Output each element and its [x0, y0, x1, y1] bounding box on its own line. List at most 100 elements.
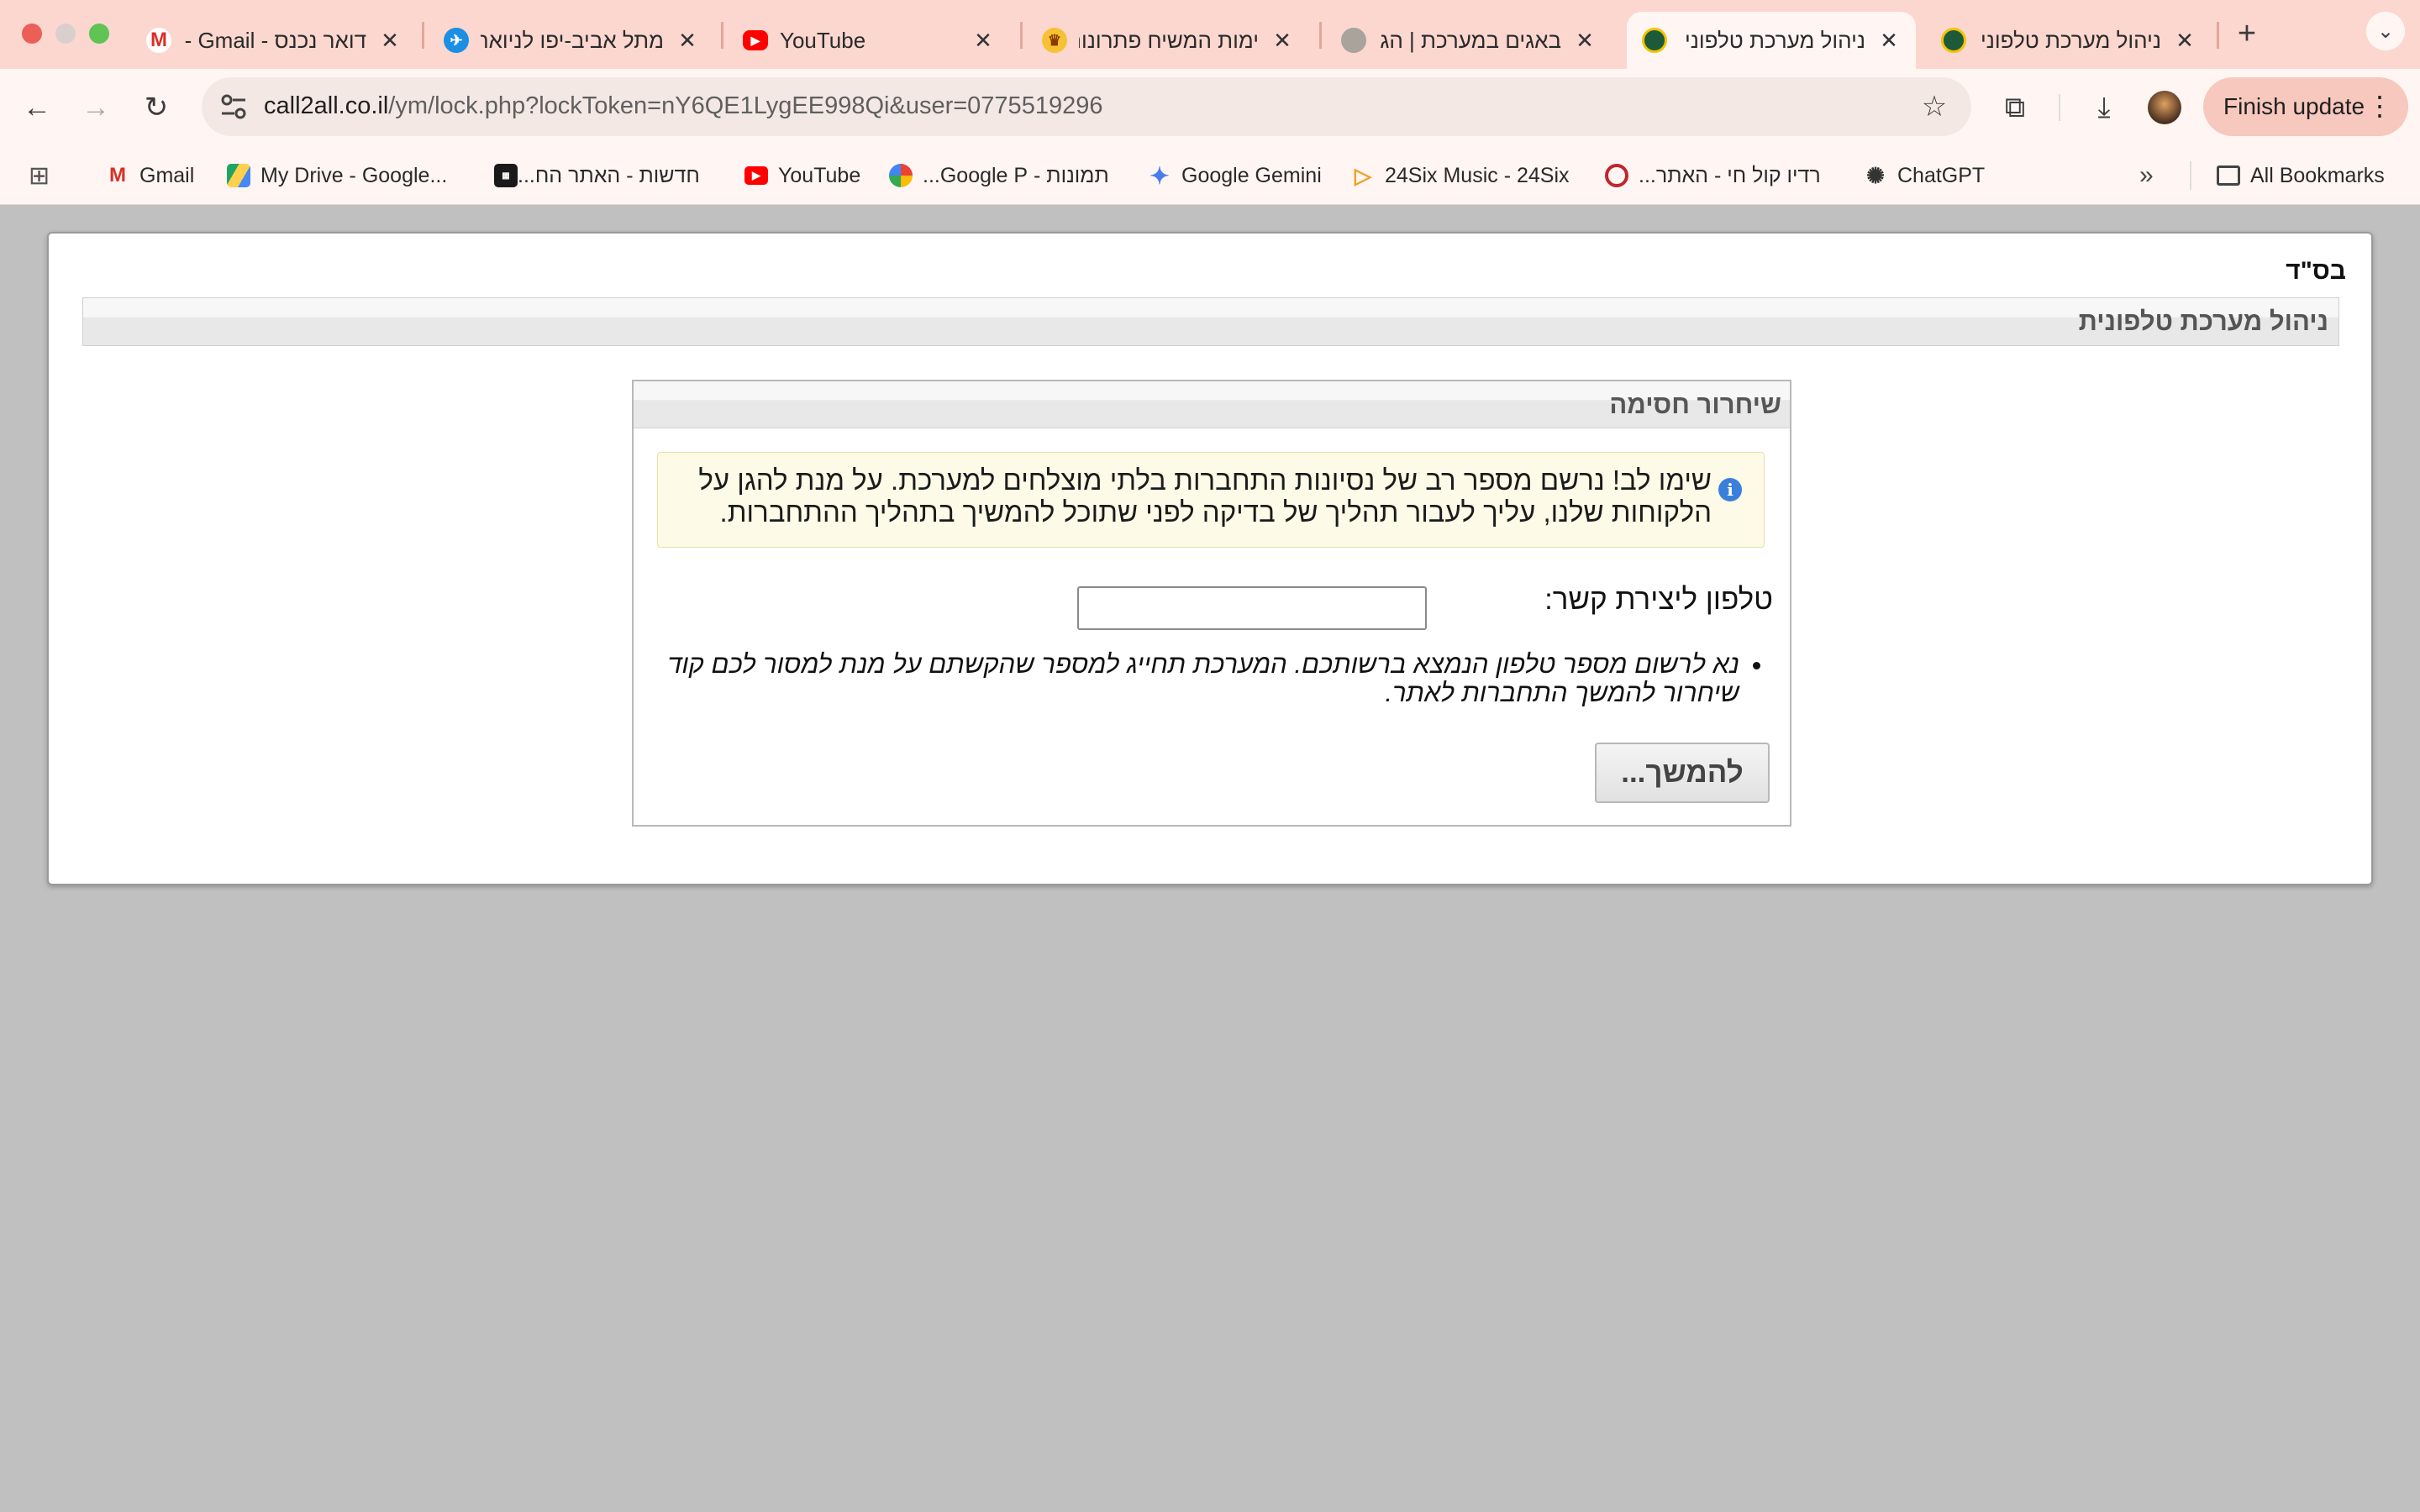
tab-divider — [721, 22, 723, 49]
tab-search-button[interactable]: ⌄ — [2366, 12, 2405, 50]
warning-box: i שימו לב! נרשם מספר רב של נסיונות התחבר… — [657, 452, 1765, 548]
close-window-button[interactable] — [22, 24, 42, 44]
more-menu-icon[interactable]: ⋮ — [2366, 89, 2393, 123]
bookmark-radio[interactable]: רדיו קול חי - האתר... — [1605, 160, 1821, 192]
avatar[interactable] — [2143, 86, 2186, 129]
continue-button[interactable]: להמשך... — [1595, 743, 1770, 803]
browser-toolbar: ← → ↻ call2all.co.il/ym/lock.php?lockTok… — [0, 69, 2420, 146]
close-tab-icon[interactable]: ✕ — [378, 28, 402, 54]
tab-flights[interactable]: ✈ מתל אביב-יפו לניואר ✕ — [429, 12, 714, 69]
phone-label: טלפון ליצירת קשר: — [1544, 583, 1773, 616]
site-icon — [1341, 28, 1366, 53]
tab-youtube[interactable]: ▶ YouTube ✕ — [728, 12, 1010, 69]
tab-phone-system-active[interactable]: ניהול מערכת טלפוני ✕ — [1627, 12, 1916, 69]
bookmark-chatgpt[interactable]: ✺ ChatGPT — [1864, 160, 1985, 192]
main-container: בס"ד ניהול מערכת טלפונית שיחרור חסימה i … — [47, 232, 2373, 885]
page-title: ניהול מערכת טלפונית — [2078, 307, 2328, 336]
bsd-header: בס"ד — [2286, 257, 2346, 285]
bookmark-label: תמונות - Google P... — [923, 163, 1109, 187]
close-tab-icon[interactable]: ✕ — [1270, 28, 1294, 54]
panel-title: שיחרור חסימה — [1609, 390, 1781, 419]
tab-phone-system[interactable]: ניהול מערכת טלפוני ✕ — [1926, 12, 2212, 69]
finish-update-label: Finish update — [2223, 93, 2365, 119]
minimize-window-button[interactable] — [55, 24, 76, 44]
page-title-bar: ניהול מערכת טלפונית — [82, 297, 2339, 346]
news-icon: ▦ — [494, 164, 518, 187]
bookmark-24six[interactable]: ▷ 24Six Music - 24Six — [1351, 160, 1570, 192]
reload-button[interactable]: ↻ — [134, 86, 178, 129]
tab-divider — [1020, 22, 1023, 49]
google-drive-icon — [227, 164, 250, 187]
bookmark-label: חדשות - האתר הח... — [518, 163, 700, 187]
instructions-list: נא לרשום מספר טלפון הנמצא ברשותכם. המערכ… — [666, 650, 1758, 707]
chatgpt-icon: ✺ — [1866, 162, 1885, 188]
bookmark-label: 24Six Music - 24Six — [1385, 163, 1570, 187]
toolbar-divider — [2059, 94, 2060, 121]
bookmark-label: My Drive - Google... — [260, 163, 448, 187]
address-bar[interactable]: call2all.co.il/ym/lock.php?lockToken=nY6… — [202, 77, 1971, 136]
close-tab-icon[interactable]: ✕ — [1877, 28, 1901, 54]
extensions-icon[interactable]: ⧉ — [1993, 86, 2037, 129]
close-tab-icon[interactable]: ✕ — [1573, 28, 1597, 54]
call2all-icon — [1642, 28, 1667, 53]
finish-update-button[interactable]: Finish update ⋮ — [2203, 77, 2408, 136]
close-tab-icon[interactable]: ✕ — [676, 28, 699, 54]
tab-title: דואר נכנס - Gmail - — [184, 27, 366, 53]
youtube-icon: ▶ — [743, 30, 768, 50]
tab-title: ניהול מערכת טלפוני — [1685, 27, 1865, 53]
close-tab-icon[interactable]: ✕ — [971, 28, 995, 54]
bookmark-label: רדיו קול חי - האתר... — [1639, 163, 1821, 187]
bookmarks-divider — [2190, 161, 2191, 190]
bookmark-label: YouTube — [778, 163, 861, 187]
panel-header: שיחרור חסימה — [634, 381, 1790, 428]
bookmark-youtube[interactable]: ▶ YouTube — [744, 160, 860, 192]
new-tab-button[interactable]: + — [2225, 12, 2269, 55]
bookmark-google-photos[interactable]: תמונות - Google P... — [889, 160, 1109, 192]
unlock-panel: שיחרור חסימה i שימו לב! נרשם מספר רב של … — [632, 380, 1791, 827]
tab-yemot[interactable]: ♛ ימות המשיח פתרונות ✕ — [1027, 12, 1309, 69]
radio-icon — [1605, 164, 1628, 187]
page-viewport: בס"ד ניהול מערכת טלפונית שיחרור חסימה i … — [0, 205, 2420, 1512]
bookmark-label: Gmail — [139, 163, 195, 187]
apps-grid-icon[interactable]: ⊞ — [29, 160, 50, 192]
bookmark-gemini[interactable]: ✦ Google Gemini — [1148, 160, 1322, 192]
warning-text: שימו לב! נרשם מספר רב של נסיונות התחברות… — [698, 465, 1712, 528]
gmail-icon: M — [146, 28, 171, 53]
tab-title: ימות המשיח פתרונות — [1079, 27, 1259, 53]
tab-bugs[interactable]: באגים במערכת | הג ✕ — [1326, 12, 1612, 69]
gemini-icon: ✦ — [1150, 162, 1170, 189]
more-bookmarks-icon[interactable]: » — [2139, 160, 2154, 192]
all-bookmarks-label: All Bookmarks — [2250, 163, 2385, 187]
bookmarks-bar: ⊞ M Gmail My Drive - Google... חדשות - הא… — [0, 146, 2420, 205]
bookmark-gmail[interactable]: M Gmail — [106, 160, 194, 192]
back-button[interactable]: ← — [15, 86, 59, 129]
folder-icon — [2217, 165, 2240, 186]
bookmark-label: ChatGPT — [1897, 163, 1986, 187]
close-tab-icon[interactable]: ✕ — [2173, 28, 2196, 54]
airplane-icon: ✈ — [444, 28, 469, 53]
bookmark-label: Google Gemini — [1181, 163, 1322, 187]
call2all-icon — [1941, 28, 1966, 53]
24six-icon: ▷ — [1355, 162, 1371, 188]
tab-divider — [422, 22, 424, 49]
zoom-window-button[interactable] — [89, 24, 109, 44]
phone-input[interactable] — [1077, 586, 1427, 630]
bookmark-news[interactable]: חדשות - האתר הח... ▦ — [484, 160, 700, 192]
url-text[interactable]: call2all.co.il/ym/lock.php?lockToken=nY6… — [264, 92, 1102, 120]
url-path: /ym/lock.php?lockToken=nY6QE1LygEE998Qi&… — [388, 92, 1103, 119]
bookmark-my-drive[interactable]: My Drive - Google... — [227, 160, 447, 192]
google-photos-icon — [889, 164, 913, 187]
tab-title: ניהול מערכת טלפוני — [1981, 27, 2161, 53]
tab-gmail[interactable]: M דואר נכנס - Gmail - ✕ — [131, 12, 417, 69]
bookmark-star-icon[interactable]: ☆ — [1912, 85, 1956, 129]
youtube-icon: ▶ — [744, 166, 768, 185]
tab-title: באגים במערכת | הג — [1380, 27, 1561, 53]
tab-divider — [1319, 22, 1322, 49]
instruction-item: נא לרשום מספר טלפון הנמצא ברשותכם. המערכ… — [666, 650, 1739, 707]
forward-button[interactable]: → — [74, 86, 118, 129]
tab-title: מתל אביב-יפו לניואר — [481, 27, 664, 53]
all-bookmarks-button[interactable]: All Bookmarks — [2217, 160, 2385, 192]
download-icon[interactable]: ⤓ — [2082, 86, 2126, 129]
site-info-icon[interactable] — [218, 92, 249, 122]
tab-divider — [2217, 22, 2219, 49]
